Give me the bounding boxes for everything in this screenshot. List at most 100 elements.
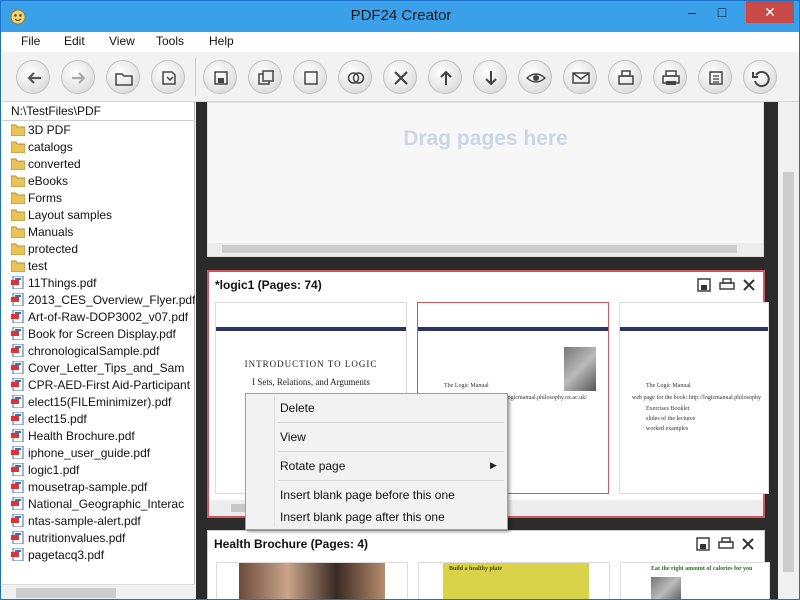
menu-edit[interactable]: Edit — [64, 34, 85, 48]
move-up-button[interactable] — [428, 60, 462, 94]
save-icon[interactable] — [695, 536, 711, 552]
preview-button[interactable] — [518, 60, 552, 94]
merge-button[interactable] — [338, 60, 372, 94]
menu-item-insert-after[interactable]: Insert blank page after this one — [280, 510, 445, 524]
file-item[interactable]: elect15.pdf — [11, 411, 195, 428]
page-thumbnail[interactable] — [216, 562, 408, 599]
file-item[interactable]: nutritionvalues.pdf — [11, 530, 195, 547]
page-thumbnail[interactable]: The Logic Manual web page for the book: … — [619, 302, 769, 494]
print-icon[interactable] — [718, 536, 734, 552]
toolbar — [2, 52, 799, 102]
folder-item[interactable]: 3D PDF — [11, 122, 195, 139]
file-item[interactable]: ntas-sample-alert.pdf — [11, 513, 195, 530]
file-list[interactable]: 3D PDF catalogs converted eBooks Forms Layout… — [2, 122, 195, 582]
folder-item[interactable]: catalogs — [11, 139, 195, 156]
file-item[interactable]: iphone_user_guide.pdf — [11, 445, 195, 462]
document-health-brochure[interactable]: Health Brochure (Pages: 4) Build a healt… — [207, 530, 770, 599]
file-list-scrollbar[interactable] — [2, 584, 195, 599]
print-icon[interactable] — [719, 277, 735, 293]
save-button[interactable] — [203, 60, 237, 94]
page-thumbnail[interactable]: Build a healthy plate — [418, 562, 610, 599]
file-item[interactable]: Cover_Letter_Tips_and_Sam — [11, 360, 195, 377]
save-icon[interactable] — [696, 277, 712, 293]
page-caption: Eat the right amount of calories for you — [651, 566, 753, 572]
fax-button[interactable] — [608, 60, 642, 94]
file-item[interactable]: pagetacq3.pdf — [11, 547, 195, 564]
scrollbar-thumb[interactable] — [222, 245, 737, 253]
print-button[interactable] — [653, 60, 687, 94]
file-item[interactable]: CPR-AED-First Aid-Participant — [11, 377, 195, 394]
folder-icon — [11, 123, 26, 137]
title-bar[interactable]: PDF24 Creator – □ ✕ — [1, 1, 799, 32]
delete-icon — [394, 71, 408, 85]
maximize-button[interactable]: □ — [707, 1, 737, 23]
import-button[interactable] — [151, 60, 185, 94]
file-item[interactable]: chronologicalSample.pdf — [11, 343, 195, 360]
file-name: logic1.pdf — [28, 463, 80, 477]
file-name: Layout samples — [28, 208, 113, 222]
page-bullet: web page for the book: http://logicmanua… — [632, 395, 761, 401]
scrollbar-thumb[interactable] — [783, 172, 794, 572]
file-name: National_Geographic_Interac — [28, 497, 185, 511]
fax-icon — [618, 70, 634, 85]
file-item[interactable]: Book for Screen Display.pdf — [11, 326, 195, 343]
menu-help[interactable]: Help — [209, 34, 234, 48]
page-caption: Build a healthy plate — [449, 566, 503, 572]
close-button[interactable]: ✕ — [746, 1, 794, 23]
pdf-file-icon — [11, 411, 25, 426]
page-header-bar — [418, 327, 608, 331]
file-item[interactable]: 11Things.pdf — [11, 275, 195, 292]
compress-button[interactable] — [698, 60, 732, 94]
back-icon — [27, 72, 41, 84]
save-all-button[interactable] — [248, 60, 282, 94]
minimize-button[interactable]: – — [677, 1, 707, 23]
file-item[interactable]: logic1.pdf — [11, 462, 195, 479]
file-name: nutritionvalues.pdf — [28, 531, 126, 545]
folder-icon — [11, 225, 26, 239]
menu-view[interactable]: View — [109, 34, 135, 48]
folder-item[interactable]: Forms — [11, 190, 195, 207]
menu-gutter — [274, 396, 275, 527]
file-item[interactable]: 2013_CES_Overview_Flyer.pdf — [11, 292, 195, 309]
undo-button[interactable] — [743, 60, 777, 94]
menu-file[interactable]: File — [21, 34, 40, 48]
drop-zone[interactable]: Drag pages here — [207, 102, 764, 257]
move-down-icon — [485, 71, 497, 86]
forward-icon — [72, 72, 86, 84]
folder-item[interactable]: test — [11, 258, 195, 275]
email-button[interactable] — [563, 60, 597, 94]
pdf-file-icon — [11, 445, 25, 460]
file-item[interactable]: Art-of-Raw-DOP3002_v07.pdf — [11, 309, 195, 326]
file-item[interactable]: mousetrap-sample.pdf — [11, 479, 195, 496]
forward-button[interactable] — [61, 60, 95, 94]
file-item[interactable]: elect15(FILEminimizer).pdf — [11, 394, 195, 411]
menu-item-rotate-page[interactable]: Rotate page — [280, 459, 345, 473]
menu-item-delete[interactable]: Delete — [280, 401, 315, 415]
drop-zone-scrollbar[interactable] — [208, 243, 763, 256]
folder-item[interactable]: Manuals — [11, 224, 195, 241]
folder-item[interactable]: converted — [11, 156, 195, 173]
open-button[interactable] — [106, 60, 140, 94]
blank-page-button[interactable] — [293, 60, 327, 94]
folder-item[interactable]: Layout samples — [11, 207, 195, 224]
folder-icon — [11, 242, 26, 256]
menu-tools[interactable]: Tools — [156, 34, 184, 48]
menu-item-view[interactable]: View — [280, 430, 306, 444]
folder-item[interactable]: protected — [11, 241, 195, 258]
scrollbar-thumb[interactable] — [16, 588, 116, 598]
move-down-button[interactable] — [473, 60, 507, 94]
close-icon[interactable] — [741, 277, 757, 293]
path-divider — [2, 120, 195, 121]
delete-button[interactable] — [383, 60, 417, 94]
page-thumbnail[interactable]: Eat the right amount of calories for you — [620, 562, 770, 599]
workspace-scrollbar[interactable] — [778, 102, 799, 599]
file-item[interactable]: National_Geographic_Interac — [11, 496, 195, 513]
file-name: catalogs — [28, 140, 73, 154]
file-name: Manuals — [28, 225, 74, 239]
menu-item-insert-before[interactable]: Insert blank page before this one — [280, 488, 455, 502]
menu-separator — [278, 422, 504, 423]
close-icon[interactable] — [740, 536, 756, 552]
file-item[interactable]: Health Brochure.pdf — [11, 428, 195, 445]
folder-item[interactable]: eBooks — [11, 173, 195, 190]
back-button[interactable] — [16, 60, 50, 94]
